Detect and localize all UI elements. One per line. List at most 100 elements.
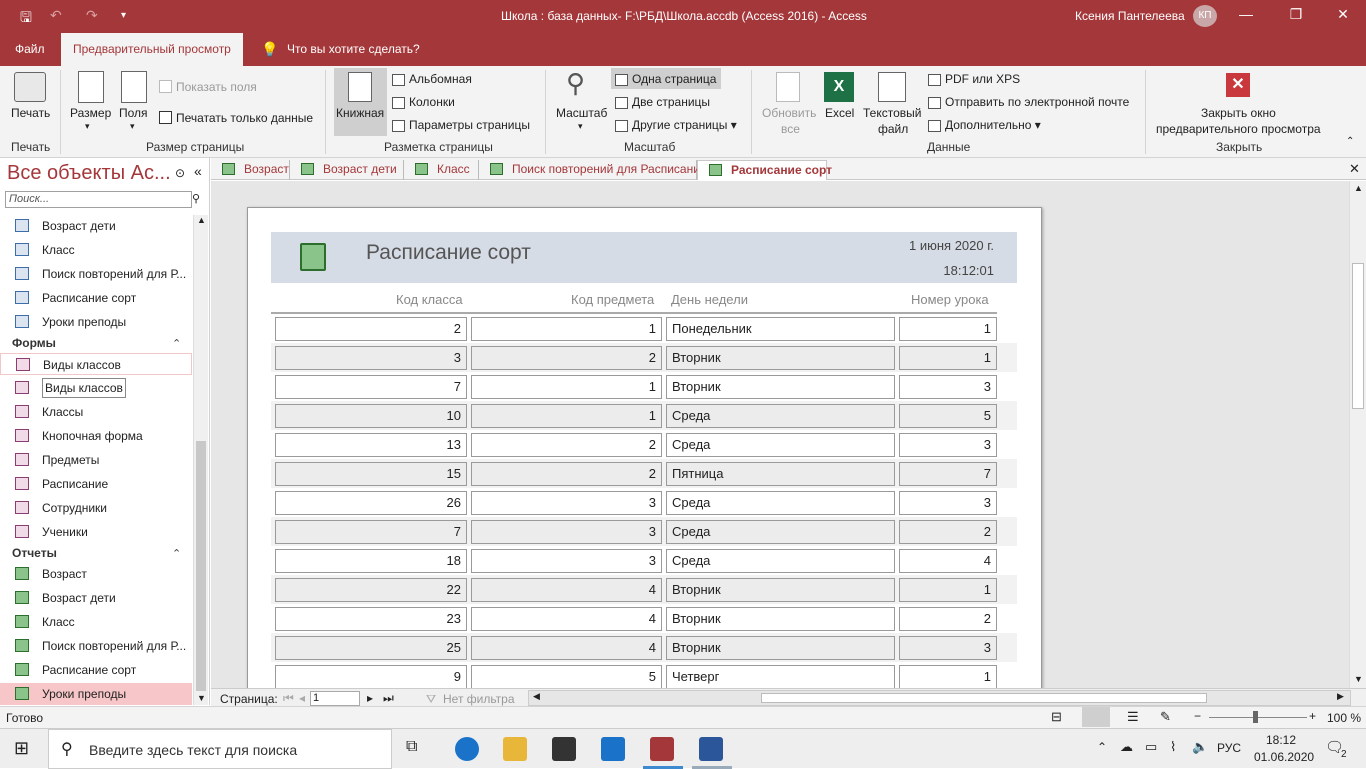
nav-query-item[interactable]: Уроки преподы bbox=[0, 311, 192, 333]
first-page-icon[interactable]: ⏮ bbox=[283, 691, 294, 706]
portrait-button[interactable]: Книжная bbox=[336, 106, 384, 120]
forms-header[interactable]: Формы bbox=[12, 336, 56, 350]
nav-query-item[interactable]: Поиск повторений для Р... bbox=[0, 263, 192, 285]
portrait-icon[interactable] bbox=[348, 72, 372, 102]
onedrive-icon[interactable]: ☁ bbox=[1120, 739, 1133, 755]
scroll-left-icon[interactable]: ◀ bbox=[533, 691, 540, 702]
word-icon[interactable] bbox=[699, 737, 723, 761]
preview-scroll-thumb[interactable] bbox=[1352, 263, 1364, 409]
close-preview-label-1[interactable]: Закрыть окно bbox=[1201, 106, 1276, 120]
design-view-icon[interactable]: ✎ bbox=[1160, 709, 1171, 725]
nav-form-item[interactable]: Кнопочная форма bbox=[0, 425, 192, 447]
doc-tab[interactable]: Класс bbox=[404, 160, 479, 180]
battery-icon[interactable]: ▭ bbox=[1145, 739, 1157, 755]
edge-icon[interactable] bbox=[455, 737, 479, 761]
two-pages-button[interactable]: Две страницы bbox=[615, 95, 710, 109]
store-icon[interactable] bbox=[552, 737, 576, 761]
user-name[interactable]: Ксения Пантелеева bbox=[1075, 9, 1185, 23]
volume-icon[interactable]: 🔈 bbox=[1192, 739, 1208, 755]
print-data-only-checkbox[interactable] bbox=[159, 111, 172, 124]
h-scroll-thumb[interactable] bbox=[761, 693, 1207, 703]
layout-view-icon[interactable]: ☰ bbox=[1127, 709, 1139, 725]
zoom-out-icon[interactable]: − bbox=[1194, 709, 1201, 723]
nav-form-item[interactable]: Расписание bbox=[0, 473, 192, 495]
report-view-icon[interactable]: ⊟ bbox=[1051, 709, 1062, 725]
file-explorer-icon[interactable] bbox=[503, 737, 527, 761]
collapse-ribbon-icon[interactable]: ⌃ bbox=[1346, 136, 1354, 147]
close-preview-icon[interactable]: ✕ bbox=[1226, 73, 1250, 97]
clock-date[interactable]: 01.06.2020 bbox=[1254, 750, 1314, 764]
show-margins-checkbox[interactable] bbox=[159, 80, 172, 93]
more-pages-button[interactable]: Другие страницы ▾ bbox=[615, 118, 737, 132]
scroll-down-icon[interactable]: ▼ bbox=[1354, 674, 1363, 684]
mail-icon[interactable] bbox=[601, 737, 625, 761]
page-setup-button[interactable]: Параметры страницы bbox=[392, 118, 530, 132]
landscape-button[interactable]: Альбомная bbox=[392, 72, 472, 86]
nav-report-item-selected[interactable]: Уроки преподы bbox=[0, 683, 192, 705]
nav-report-item[interactable]: Возраст bbox=[0, 563, 192, 585]
preview-vertical-scrollbar[interactable]: ▲ ▼ bbox=[1349, 181, 1366, 688]
pdf-xps-button[interactable]: PDF или XPS bbox=[928, 72, 1020, 86]
nav-report-item[interactable]: Класс bbox=[0, 611, 192, 633]
more-button[interactable]: Дополнительно ▾ bbox=[928, 118, 1041, 132]
scroll-right-icon[interactable]: ▶ bbox=[1337, 691, 1344, 702]
printer-icon[interactable] bbox=[14, 72, 46, 102]
print-button[interactable]: Печать bbox=[11, 106, 50, 120]
nav-form-item[interactable]: Виды классов bbox=[0, 353, 192, 375]
nav-search-input[interactable]: Поиск... bbox=[5, 191, 192, 208]
scroll-down-icon[interactable]: ▼ bbox=[197, 693, 206, 703]
scroll-up-icon[interactable]: ▲ bbox=[1354, 183, 1363, 193]
access-icon[interactable] bbox=[650, 737, 674, 761]
zoom-slider-track[interactable] bbox=[1209, 717, 1307, 718]
doc-tab[interactable]: Поиск повторений для Расписание bbox=[479, 160, 707, 180]
doc-tab[interactable]: Возраст дети bbox=[290, 160, 404, 180]
undo-icon[interactable]: ↶ bbox=[50, 7, 62, 24]
wifi-icon[interactable]: ⌇ bbox=[1170, 739, 1176, 755]
chevron-up-icon[interactable]: ⌃ bbox=[172, 337, 181, 350]
text-file-label-1[interactable]: Текстовый bbox=[863, 106, 921, 120]
restore-button[interactable]: ❐ bbox=[1286, 6, 1306, 23]
taskbar-search-box[interactable]: ⚲ Введите здесь текст для поиска bbox=[48, 729, 392, 769]
reports-header[interactable]: Отчеты bbox=[12, 546, 57, 560]
page-number-input[interactable]: 1 bbox=[310, 691, 360, 706]
size-button[interactable]: Размер bbox=[70, 106, 111, 120]
doc-tab[interactable]: Возраст bbox=[211, 160, 290, 180]
zoom-slider-thumb[interactable] bbox=[1253, 711, 1258, 723]
tell-me-box[interactable]: Что вы хотите сделать? bbox=[287, 33, 420, 66]
nav-query-item[interactable]: Класс bbox=[0, 239, 192, 261]
minimize-button[interactable]: — bbox=[1236, 6, 1256, 22]
columns-button[interactable]: Колонки bbox=[392, 95, 455, 109]
one-page-button[interactable]: Одна страница bbox=[615, 72, 716, 86]
nav-form-item[interactable]: Виды классов bbox=[0, 377, 192, 399]
nav-query-item[interactable]: Возраст дети bbox=[0, 215, 192, 237]
nav-scroll-thumb[interactable] bbox=[196, 441, 206, 691]
tray-chevron-icon[interactable]: ⌃ bbox=[1097, 740, 1107, 754]
search-icon[interactable]: ⚲ bbox=[192, 192, 200, 205]
customize-quick-access-icon[interactable]: ▾ bbox=[121, 10, 126, 21]
no-filter-label[interactable]: Нет фильтра bbox=[443, 692, 515, 706]
tab-preview[interactable]: Предварительный просмотр bbox=[61, 33, 243, 66]
nav-title[interactable]: Все объекты Ac... bbox=[7, 162, 171, 185]
save-icon[interactable]: 🖫 bbox=[20, 7, 32, 31]
nav-form-item[interactable]: Классы bbox=[0, 401, 192, 423]
scroll-up-icon[interactable]: ▲ bbox=[197, 215, 206, 225]
page-size-icon[interactable] bbox=[78, 71, 104, 103]
windows-start-icon[interactable]: ⊞ bbox=[14, 738, 29, 759]
horizontal-scrollbar[interactable]: ◀ ▶ bbox=[528, 690, 1351, 706]
nav-report-item[interactable]: Расписание сорт bbox=[0, 659, 192, 681]
prev-page-icon[interactable]: ◂ bbox=[299, 691, 305, 705]
text-file-label-2[interactable]: файл bbox=[878, 122, 908, 136]
clock-time[interactable]: 18:12 bbox=[1266, 733, 1296, 747]
nav-form-item[interactable]: Ученики bbox=[0, 521, 192, 543]
margins-button[interactable]: Поля bbox=[119, 106, 148, 120]
task-view-icon[interactable]: ⧉ bbox=[406, 738, 417, 756]
excel-icon[interactable]: X bbox=[824, 72, 854, 102]
zoom-button[interactable]: Масштаб bbox=[556, 106, 607, 120]
nav-form-item[interactable]: Сотрудники bbox=[0, 497, 192, 519]
avatar[interactable]: КП bbox=[1193, 5, 1217, 27]
zoom-level[interactable]: 100 % bbox=[1327, 711, 1361, 725]
chevron-up-icon[interactable]: ⌃ bbox=[172, 547, 181, 560]
close-preview-label-2[interactable]: предварительного просмотра bbox=[1156, 122, 1321, 136]
language-indicator[interactable]: РУС bbox=[1217, 741, 1241, 755]
next-page-icon[interactable]: ▸ bbox=[367, 691, 373, 705]
